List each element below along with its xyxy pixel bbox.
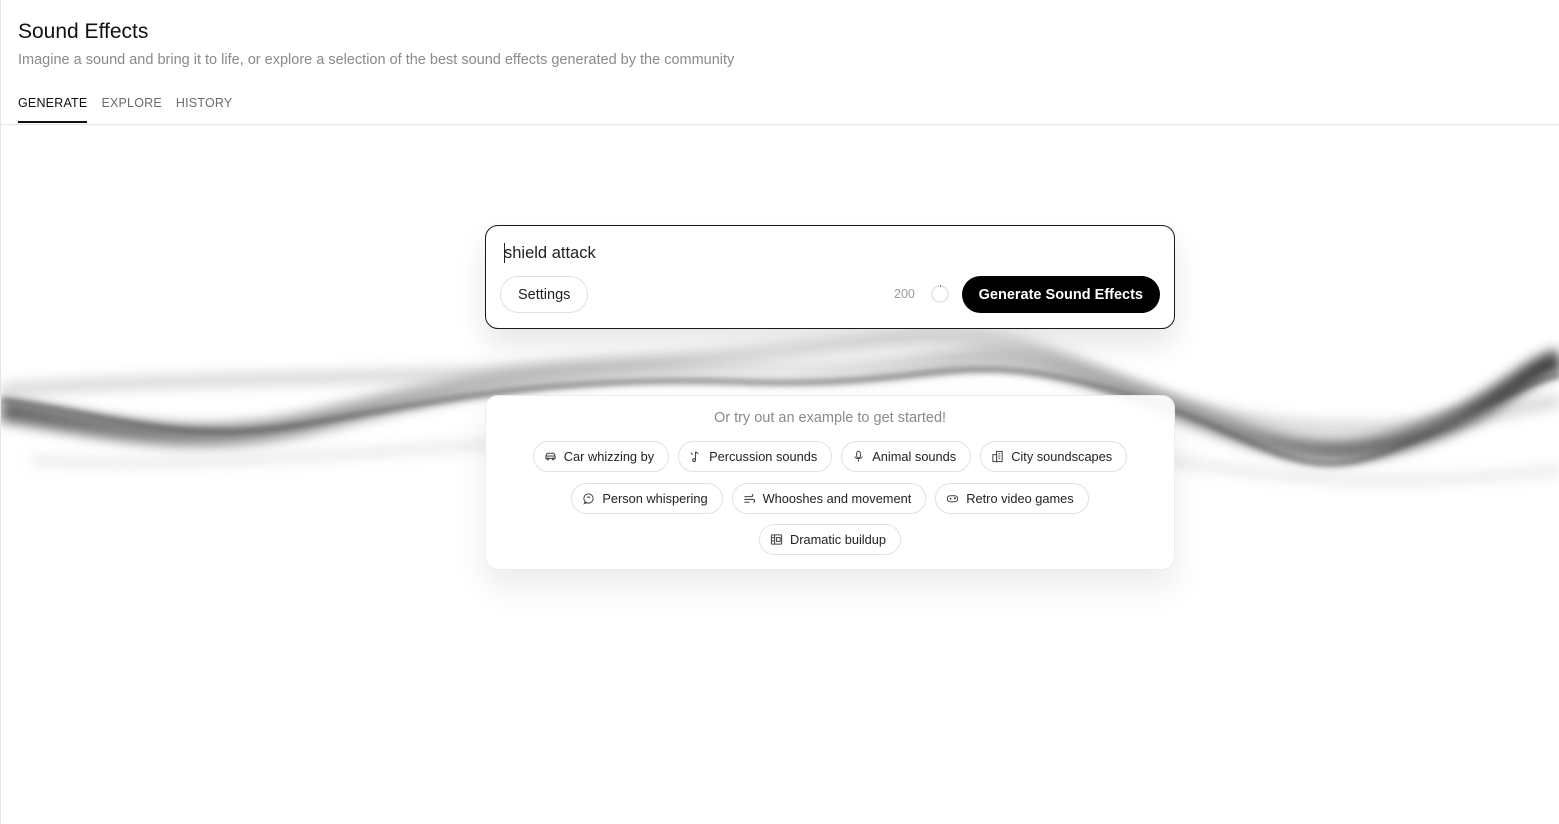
- page-title: Sound Effects: [18, 20, 149, 43]
- settings-button[interactable]: Settings: [500, 276, 589, 313]
- building-icon: [992, 450, 1003, 463]
- example-chip-dramatic-buildup[interactable]: Dramatic buildup: [758, 524, 902, 555]
- music-note-icon: [690, 451, 699, 463]
- gamepad-icon: [947, 495, 959, 503]
- character-count: 200: [894, 287, 915, 301]
- wind-icon: [743, 493, 755, 503]
- chip-label: Dramatic buildup: [789, 532, 887, 547]
- chip-label: Retro video games: [966, 491, 1074, 506]
- example-row: Car whizzing by Percussion sounds Animal…: [486, 441, 1174, 472]
- microphone-icon: [854, 450, 863, 462]
- text-caret: [504, 243, 505, 263]
- example-row: Person whispering Whooshes and movement …: [486, 483, 1174, 514]
- prompt-input[interactable]: [504, 244, 1144, 263]
- character-limit-ring-icon: [931, 285, 949, 303]
- chip-label: Animal sounds: [872, 449, 957, 464]
- examples-heading: Or try out an example to get started!: [713, 410, 947, 426]
- example-chip-person-whispering[interactable]: Person whispering: [571, 483, 723, 514]
- example-row: Dramatic buildup: [486, 524, 1174, 555]
- tab-divider: [1, 124, 1559, 125]
- speech-bubble-icon: [583, 493, 594, 505]
- page-subtitle: Imagine a sound and bring it to life, or…: [18, 52, 735, 68]
- chip-label: Whooshes and movement: [762, 491, 912, 506]
- chip-label: Person whispering: [602, 491, 708, 506]
- example-chip-percussion[interactable]: Percussion sounds: [678, 441, 833, 472]
- chip-label: City soundscapes: [1011, 449, 1113, 464]
- example-chip-city-soundscapes[interactable]: City soundscapes: [980, 441, 1128, 472]
- example-chip-animal-sounds[interactable]: Animal sounds: [841, 441, 972, 472]
- tab-history[interactable]: HISTORY: [176, 96, 233, 123]
- sound-effects-page: Sound Effects Imagine a sound and bring …: [0, 0, 1559, 824]
- generate-sound-effects-button[interactable]: Generate Sound Effects: [961, 276, 1160, 313]
- tab-generate[interactable]: GENERATE: [18, 96, 88, 123]
- film-icon: [770, 534, 783, 545]
- chip-label: Car whizzing by: [563, 449, 655, 464]
- example-chip-car-whizzing[interactable]: Car whizzing by: [532, 441, 670, 472]
- prompt-panel: Settings 200 Generate Sound Effects: [485, 225, 1175, 329]
- tab-explore[interactable]: EXPLORE: [101, 96, 161, 123]
- examples-panel: Or try out an example to get started! Ca…: [485, 395, 1175, 570]
- example-chip-retro-video-games[interactable]: Retro video games: [935, 483, 1089, 514]
- tab-bar: GENERATE EXPLORE HISTORY: [18, 96, 232, 123]
- chip-label: Percussion sounds: [709, 449, 818, 464]
- car-icon: [545, 452, 556, 461]
- example-chip-whooshes[interactable]: Whooshes and movement: [731, 483, 927, 514]
